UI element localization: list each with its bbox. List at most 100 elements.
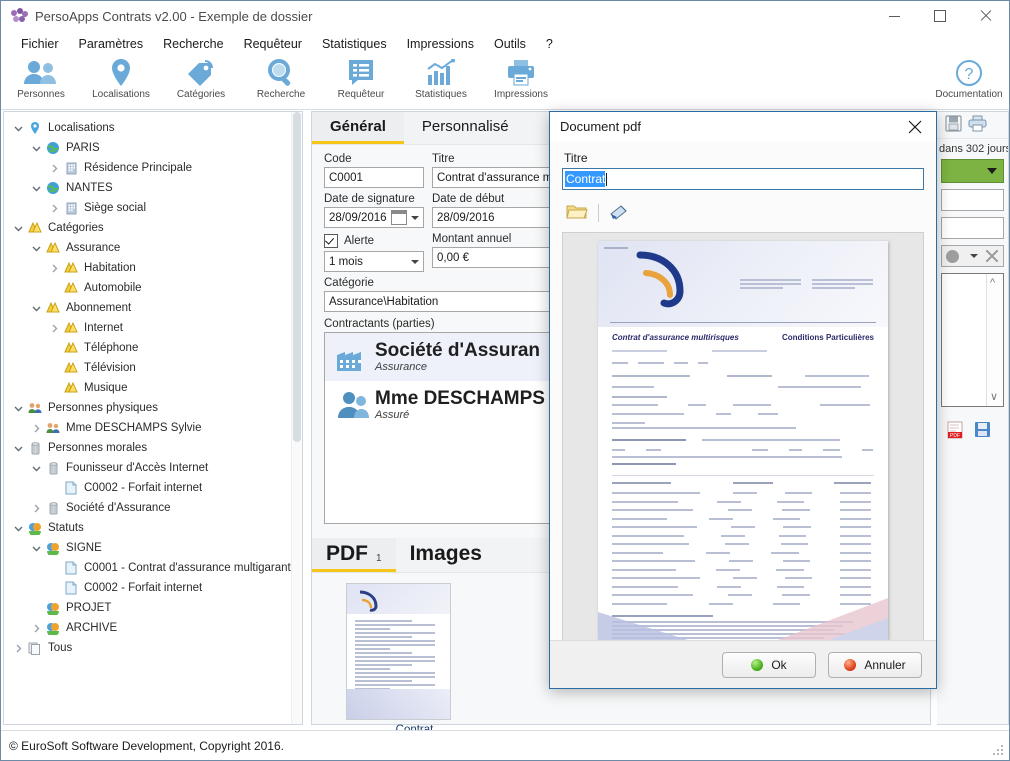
chevron-down-icon[interactable]: [28, 300, 44, 316]
tree-item[interactable]: Localisations: [4, 118, 302, 138]
side-list-scrollbar[interactable]: ^ ∨: [986, 274, 1003, 406]
chevron-down-icon[interactable]: [411, 215, 419, 220]
chevron-right-icon[interactable]: [46, 200, 62, 216]
tree-item[interactable]: Statuts: [4, 518, 302, 538]
tree-item[interactable]: C0002 - Forfait internet: [4, 578, 302, 598]
tab-personnalise[interactable]: Personnalisé: [404, 112, 527, 144]
chevron-down-icon[interactable]: [28, 540, 44, 556]
tree-item[interactable]: Assurance: [4, 238, 302, 258]
tree-item[interactable]: Société d'Assurance: [4, 498, 302, 518]
tab-pdf[interactable]: PDF 1: [312, 538, 396, 572]
chevron-down-icon[interactable]: [28, 180, 44, 196]
ribbon-button-impressions[interactable]: Impressions: [481, 56, 561, 108]
tree-item[interactable]: Personnes morales: [4, 438, 302, 458]
pdf-preview-area[interactable]: Contrat d'assurance multirisques Conditi…: [562, 232, 924, 647]
tree-item[interactable]: Automobile: [4, 278, 302, 298]
pdf-thumbnail[interactable]: [346, 583, 451, 720]
side-list[interactable]: ^ ∨: [941, 273, 1004, 407]
tree-item[interactable]: PARIS: [4, 138, 302, 158]
ribbon-button-recherche[interactable]: Recherche: [241, 56, 321, 108]
clear-icon[interactable]: [985, 249, 999, 263]
tree-item[interactable]: PROJET: [4, 598, 302, 618]
save-icon[interactable]: [974, 421, 991, 442]
ribbon-button-personnes[interactable]: Personnes: [1, 56, 81, 108]
save-icon[interactable]: [945, 115, 962, 135]
color-picker-dropdown[interactable]: [941, 245, 1004, 267]
calendar-icon[interactable]: [391, 210, 407, 225]
tree-item[interactable]: Personnes physiques: [4, 398, 302, 418]
tree-item[interactable]: C0002 - Forfait internet: [4, 478, 302, 498]
tree-item[interactable]: Founisseur d'Accès Internet: [4, 458, 302, 478]
chevron-right-icon[interactable]: [28, 500, 44, 516]
menu-item-parametres[interactable]: Paramètres: [69, 34, 154, 54]
chevron-right-icon[interactable]: [46, 320, 62, 336]
tree-scrollbar[interactable]: [291, 112, 302, 724]
chevron-right-icon[interactable]: [10, 640, 26, 656]
tree-item[interactable]: Internet: [4, 318, 302, 338]
ribbon-button-categories[interactable]: Catégories: [161, 56, 241, 108]
ribbon-button-documentation[interactable]: ? Documentation: [929, 56, 1009, 108]
alerte-checkbox-row[interactable]: Alerte: [324, 233, 424, 249]
alerte-checkbox[interactable]: [324, 234, 338, 248]
dialog-close-button[interactable]: [902, 115, 928, 139]
tree-item[interactable]: Résidence Principale: [4, 158, 302, 178]
status-dropdown[interactable]: [941, 159, 1004, 183]
side-input-1[interactable]: [941, 189, 1004, 211]
menu-item-fichier[interactable]: Fichier: [11, 34, 69, 54]
tree-item[interactable]: Abonnement: [4, 298, 302, 318]
pdf-icon[interactable]: PDF: [947, 421, 964, 442]
tree-item[interactable]: ARCHIVE: [4, 618, 302, 638]
scroll-down-icon[interactable]: ∨: [990, 390, 998, 403]
close-button[interactable]: [963, 1, 1009, 31]
resize-grip-icon[interactable]: [993, 745, 1005, 757]
menu-item-impressions[interactable]: Impressions: [397, 34, 484, 54]
chevron-down-icon[interactable]: [28, 460, 44, 476]
scanner-icon[interactable]: [609, 203, 629, 224]
tree-item[interactable]: Tous: [4, 638, 302, 658]
menu-item-help[interactable]: ?: [536, 34, 563, 54]
ribbon-button-localisations[interactable]: Localisations: [81, 56, 161, 108]
menu-item-outils[interactable]: Outils: [484, 34, 536, 54]
tree-item[interactable]: Catégories: [4, 218, 302, 238]
chevron-right-icon[interactable]: [46, 160, 62, 176]
folder-open-icon[interactable]: [566, 203, 588, 224]
chevron-down-icon[interactable]: [10, 440, 26, 456]
chevron-down-icon[interactable]: [10, 120, 26, 136]
chevron-down-icon[interactable]: [10, 520, 26, 536]
tab-images[interactable]: Images: [396, 538, 496, 572]
chevron-right-icon[interactable]: [28, 420, 44, 436]
tree-item[interactable]: SIGNE: [4, 538, 302, 558]
chevron-down-icon[interactable]: [10, 220, 26, 236]
code-input[interactable]: C0001: [324, 167, 424, 188]
side-input-2[interactable]: [941, 217, 1004, 239]
cancel-button[interactable]: Annuler: [828, 651, 922, 678]
minimize-button[interactable]: [871, 1, 917, 31]
chevron-down-icon[interactable]: [10, 400, 26, 416]
date-signature-input[interactable]: 28/09/2016: [324, 207, 424, 228]
chevron-down-icon[interactable]: [28, 140, 44, 156]
menu-item-recherche[interactable]: Recherche: [153, 34, 233, 54]
ribbon-button-statistiques[interactable]: Statistiques: [401, 56, 481, 108]
tree-item[interactable]: NANTES: [4, 178, 302, 198]
alerte-select[interactable]: 1 mois: [324, 251, 424, 272]
ok-button[interactable]: Ok: [722, 651, 816, 678]
menu-item-statistiques[interactable]: Statistiques: [312, 34, 397, 54]
dialog-titre-input[interactable]: Contrat: [562, 168, 924, 190]
tree-item[interactable]: C0001 - Contrat d'assurance multigaranti…: [4, 558, 302, 578]
maximize-button[interactable]: [917, 1, 963, 31]
tab-general[interactable]: Général: [312, 112, 404, 144]
tree-item[interactable]: Siège social: [4, 198, 302, 218]
print-icon[interactable]: [968, 115, 987, 135]
chevron-down-icon[interactable]: [411, 259, 419, 264]
chevron-right-icon[interactable]: [46, 260, 62, 276]
menu-item-requeteur[interactable]: Requêteur: [234, 34, 312, 54]
chevron-right-icon[interactable]: [28, 620, 44, 636]
scroll-up-icon[interactable]: ^: [990, 277, 995, 289]
tree-item[interactable]: Télévision: [4, 358, 302, 378]
tree-item[interactable]: Téléphone: [4, 338, 302, 358]
tree-item[interactable]: Habitation: [4, 258, 302, 278]
ribbon-button-requeteur[interactable]: Requêteur: [321, 56, 401, 108]
tree-item[interactable]: Mme DESCHAMPS Sylvie: [4, 418, 302, 438]
chevron-down-icon[interactable]: [28, 240, 44, 256]
tree-item[interactable]: Musique: [4, 378, 302, 398]
